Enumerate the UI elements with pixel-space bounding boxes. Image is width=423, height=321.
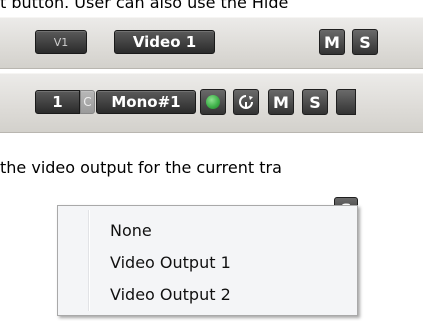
video-solo-button[interactable]: S [352, 29, 378, 55]
audio-track-number[interactable]: 1 [35, 90, 80, 114]
caption-text: the video output for the current tra [0, 158, 282, 177]
video-track-header: V1 Video 1 M S [0, 17, 423, 69]
menu-item-none[interactable]: None [110, 221, 152, 240]
menu-gutter [88, 210, 90, 311]
video-track-name[interactable]: Video 1 [114, 30, 215, 54]
audio-mute-button[interactable]: M [268, 89, 294, 115]
loop-icon [239, 95, 253, 109]
partial-button[interactable] [336, 89, 356, 115]
record-button[interactable] [200, 89, 226, 115]
monitor-button[interactable] [233, 89, 259, 115]
menu-item-video-output-2[interactable]: Video Output 2 [110, 285, 231, 304]
video-mute-button[interactable]: M [319, 29, 345, 55]
menu-item-video-output-1[interactable]: Video Output 1 [110, 253, 231, 272]
video-track-number[interactable]: V1 [35, 30, 87, 54]
record-indicator-icon [206, 95, 220, 109]
audio-channel-label[interactable]: C [80, 90, 95, 114]
audio-track-name[interactable]: Mono#1 [96, 90, 196, 114]
audio-track-header: 1 C Mono#1 M S [0, 73, 423, 133]
video-output-dropdown: None Video Output 1 Video Output 2 [57, 205, 358, 316]
intro-text: t button. User can also use the Hide [0, 0, 289, 12]
audio-solo-button[interactable]: S [302, 89, 328, 115]
